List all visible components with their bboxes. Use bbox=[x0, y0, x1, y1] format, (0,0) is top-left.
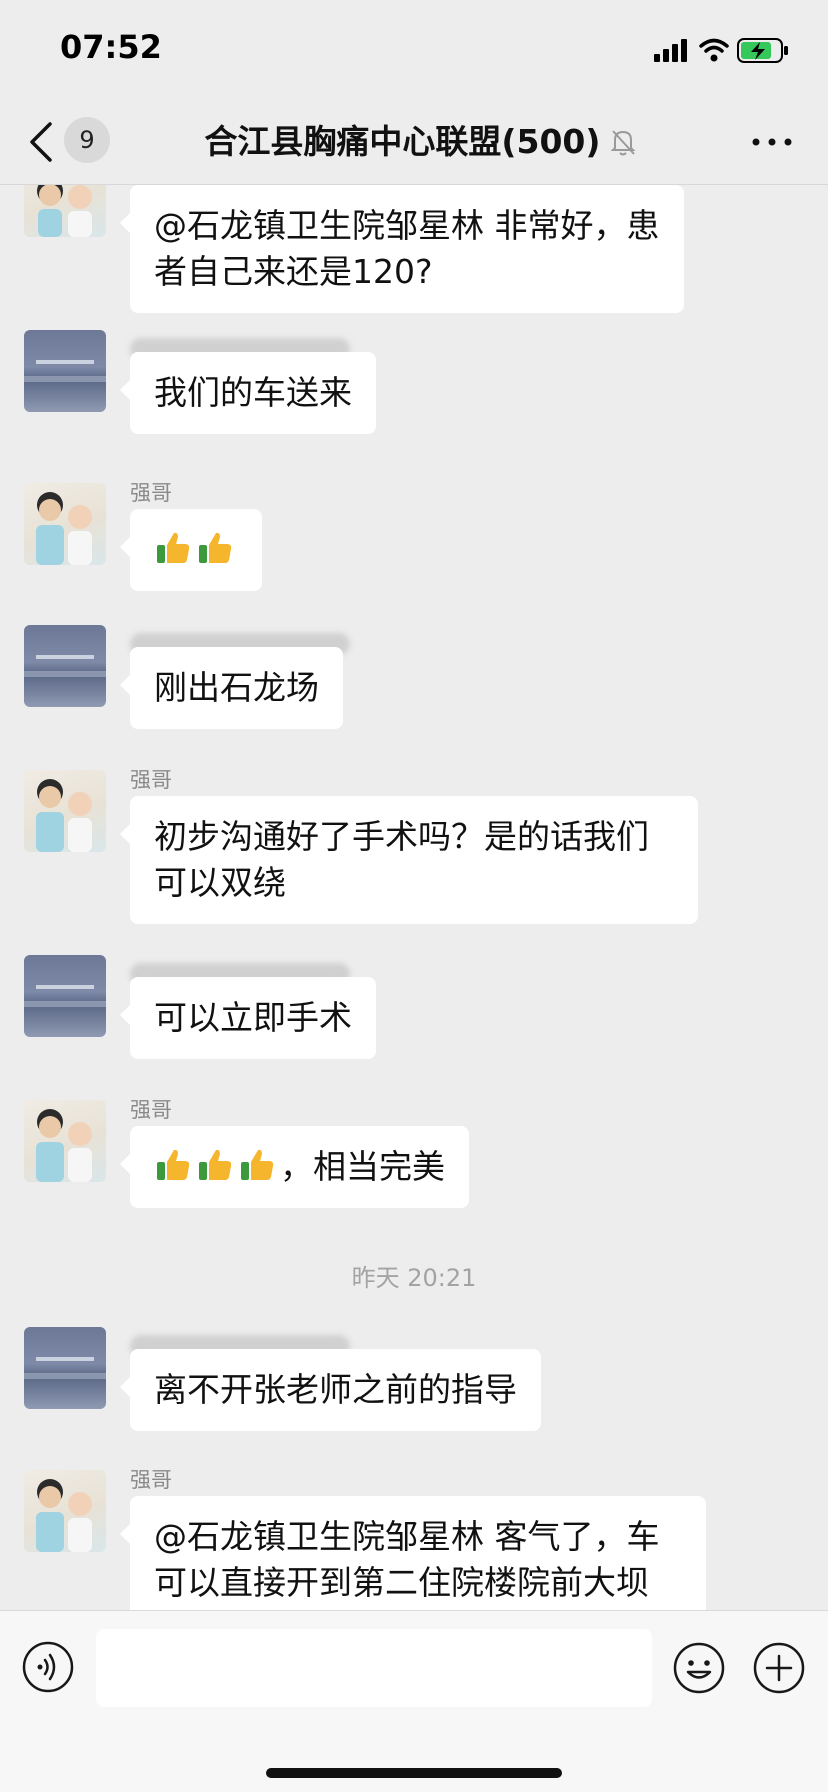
message-bubble[interactable]: @石龙镇卫生院邹星林 客气了，车可以直接开到第二住院楼院前大坝 bbox=[120, 1496, 706, 1610]
home-bar bbox=[0, 1740, 828, 1792]
message-bubble[interactable]: 可以立即手术 bbox=[120, 977, 376, 1059]
avatar[interactable] bbox=[24, 1470, 106, 1552]
message-text: @石龙镇卫生院邹星林 客气了，车可以直接开到第二住院楼院前大坝 bbox=[154, 1517, 660, 1602]
plus-icon[interactable] bbox=[752, 1641, 806, 1695]
status-icons bbox=[652, 36, 792, 64]
message-text: 刚出石龙场 bbox=[154, 668, 319, 707]
message-timestamp: 昨天 20:21 bbox=[351, 1264, 477, 1292]
emoji-icon[interactable] bbox=[672, 1641, 726, 1695]
avatar[interactable] bbox=[24, 1327, 106, 1409]
avatar[interactable] bbox=[24, 185, 106, 237]
message-text: 离不开张老师之前的指导 bbox=[154, 1370, 517, 1409]
message-bubble[interactable]: @石龙镇卫生院邹星林 非常好，患者自己来还是120? bbox=[120, 185, 684, 313]
thumbs-up-icon bbox=[199, 1149, 232, 1180]
status-bar: 07:52 bbox=[0, 0, 828, 100]
chevron-left-icon[interactable] bbox=[26, 120, 58, 164]
bell-off-icon bbox=[610, 130, 635, 156]
page-title: 合江县胸痛中心联盟(500) bbox=[204, 122, 601, 161]
avatar[interactable] bbox=[24, 955, 106, 1037]
chat-messages[interactable]: @石龙镇卫生院邹星林 非常好，患者自己来还是120? 我们的车送来 强哥 刚出石… bbox=[0, 185, 828, 1610]
avatar[interactable] bbox=[24, 625, 106, 707]
voice-icon[interactable] bbox=[22, 1641, 74, 1693]
sender-name: 强哥 bbox=[130, 768, 172, 792]
nav-bar: 9 合江县胸痛中心联盟(500) bbox=[0, 100, 828, 185]
message-text: ，相当完美 bbox=[280, 1147, 445, 1186]
home-indicator[interactable] bbox=[266, 1768, 562, 1778]
input-bar bbox=[0, 1610, 828, 1741]
message-bubble[interactable]: 刚出石龙场 bbox=[120, 647, 343, 729]
avatar[interactable] bbox=[24, 330, 106, 412]
page-title-wrap: 合江县胸痛中心联盟(500) bbox=[160, 118, 680, 166]
message-bubble[interactable]: 我们的车送来 bbox=[120, 352, 376, 434]
sender-name: 强哥 bbox=[130, 481, 172, 505]
sender-name: 强哥 bbox=[130, 1468, 172, 1492]
sender-name: 强哥 bbox=[130, 1098, 172, 1122]
thumbs-up-icon bbox=[241, 1149, 274, 1180]
signal-wifi-battery-icon bbox=[654, 38, 788, 63]
message-input[interactable] bbox=[96, 1629, 652, 1707]
message-bubble[interactable]: 初步沟通好了手术吗？是的话我们可以双绕 bbox=[120, 796, 698, 924]
thumbs-up-icon bbox=[199, 532, 232, 563]
status-time: 07:52 bbox=[60, 28, 162, 66]
message-bubble[interactable] bbox=[120, 509, 262, 591]
more-icon[interactable] bbox=[750, 122, 794, 162]
avatar[interactable] bbox=[24, 770, 106, 852]
message-text: 我们的车送来 bbox=[154, 373, 352, 412]
thumbs-up-icon bbox=[157, 1149, 190, 1180]
thumbs-up-icon bbox=[157, 532, 190, 563]
message-text: 初步沟通好了手术吗？是的话我们可以双绕 bbox=[154, 817, 649, 902]
message-text: @石龙镇卫生院邹星林 非常好，患者自己来还是120? bbox=[154, 206, 660, 291]
message-bubble[interactable]: 离不开张老师之前的指导 bbox=[120, 1349, 541, 1431]
message-text: 可以立即手术 bbox=[154, 998, 352, 1037]
message-bubble[interactable]: ，相当完美 bbox=[120, 1126, 469, 1208]
unread-count-badge[interactable]: 9 bbox=[64, 117, 110, 163]
avatar[interactable] bbox=[24, 1100, 106, 1182]
avatar[interactable] bbox=[24, 483, 106, 565]
